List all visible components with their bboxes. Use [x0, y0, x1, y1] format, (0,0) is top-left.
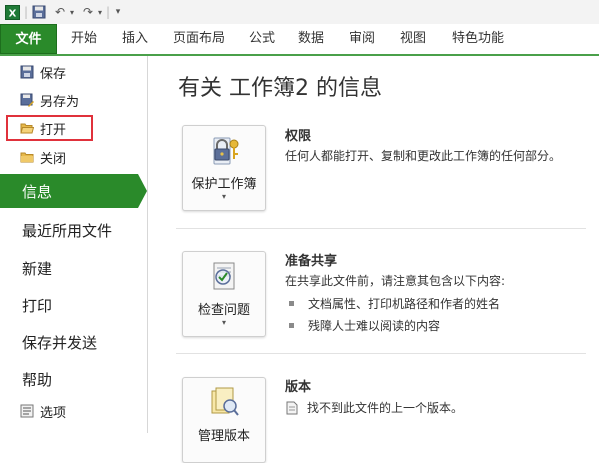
protect-workbook-button[interactable]: 保护工作簿 ▾: [182, 125, 266, 211]
manage-versions-button[interactable]: 管理版本: [182, 377, 266, 463]
nav-help[interactable]: 帮助: [22, 369, 52, 390]
tab-review[interactable]: 审阅: [349, 24, 375, 54]
section-divider: [176, 228, 586, 229]
tab-data[interactable]: 数据: [298, 24, 324, 54]
close-folder-icon: [20, 150, 34, 164]
tab-home[interactable]: 开始: [71, 24, 97, 54]
nav-save-as[interactable]: 另存为: [20, 90, 79, 110]
manage-versions-label: 管理版本: [197, 429, 250, 444]
redo-icon[interactable]: ↷: [80, 4, 96, 20]
toolbar-divider: |: [105, 5, 111, 19]
nav-close-label: 关闭: [40, 151, 67, 167]
customize-icon[interactable]: ▾: [113, 4, 123, 20]
ribbon-tabs: 文件 开始 插入 页面布局 公式 数据 审阅 视图 特色功能: [0, 24, 599, 55]
nav-info[interactable]: [0, 174, 138, 208]
undo-dropdown-icon[interactable]: ▾: [68, 4, 76, 20]
versions-row: 找不到此文件的上一个版本。: [285, 399, 463, 416]
list-item-text: 残障人士难以阅读的内容: [308, 319, 441, 333]
nav-info-label: 信息: [22, 183, 53, 201]
redo-dropdown-icon[interactable]: ▾: [96, 4, 104, 20]
tab-view[interactable]: 视图: [400, 24, 426, 54]
list-item: 文档属性、打印机路径和作者的姓名: [289, 295, 500, 312]
backstage-nav: 保存 另存为 打开 关闭 信息 最近所用文件 新建 打印 保存并发送 帮助 选项: [0, 56, 148, 433]
chevron-down-icon: ▾: [221, 318, 226, 327]
versions-icon: [208, 386, 242, 422]
nav-print[interactable]: 打印: [22, 295, 52, 316]
nav-active-arrow: [138, 174, 147, 208]
save-icon: [20, 65, 34, 79]
save-as-icon: [20, 93, 34, 107]
versions-text: 找不到此文件的上一个版本。: [307, 401, 464, 415]
nav-save[interactable]: 保存: [20, 62, 66, 82]
tab-insert[interactable]: 插入: [122, 24, 148, 54]
nav-options[interactable]: 选项: [20, 401, 66, 421]
list-item: 残障人士难以阅读的内容: [289, 317, 440, 334]
document-icon: [285, 401, 299, 415]
nav-options-label: 选项: [40, 405, 67, 421]
tab-special-features[interactable]: 特色功能: [452, 24, 504, 54]
inspect-doc-icon: [208, 260, 242, 296]
nav-save-label: 保存: [40, 66, 67, 82]
prepare-sharing-text: 在共享此文件前，请注意其包含以下内容:: [285, 274, 506, 288]
check-issues-label: 检查问题: [197, 303, 250, 318]
nav-recent[interactable]: 最近所用文件: [22, 220, 112, 241]
permissions-title: 权限: [285, 129, 312, 144]
bullet-icon: [289, 301, 294, 306]
nav-close[interactable]: 关闭: [20, 147, 66, 167]
tab-file[interactable]: 文件: [0, 24, 57, 54]
permissions-text: 任何人都能打开、复制和更改此工作簿的任何部分。: [285, 149, 562, 163]
tab-page-layout[interactable]: 页面布局: [173, 24, 225, 54]
chevron-down-icon: ▾: [221, 192, 226, 201]
tab-formulas[interactable]: 公式: [249, 24, 275, 54]
check-issues-button[interactable]: 检查问题 ▾: [182, 251, 266, 337]
save-icon[interactable]: [31, 4, 47, 20]
list-item-text: 文档属性、打印机路径和作者的姓名: [308, 297, 501, 311]
section-divider: [176, 353, 586, 354]
prepare-sharing-title: 准备共享: [285, 254, 338, 269]
toolbar-divider: |: [23, 5, 29, 19]
versions-title: 版本: [285, 380, 312, 395]
excel-icon: X: [4, 4, 20, 20]
quick-access-toolbar: X | ↶ ▾ ↷ ▾ | ▾: [0, 0, 599, 24]
nav-save-send[interactable]: 保存并发送: [22, 332, 97, 353]
info-panel: 有关 工作簿2 的信息 保护工作簿 ▾ 权限 任何人都能打开、复制和更改此工作簿…: [148, 56, 599, 463]
undo-icon[interactable]: ↶: [52, 4, 68, 20]
options-icon: [20, 404, 34, 418]
svg-text:X: X: [8, 8, 16, 19]
protect-workbook-label: 保护工作簿: [191, 177, 257, 192]
page-title: 有关 工作簿2 的信息: [178, 76, 382, 101]
lock-key-icon: [208, 134, 242, 170]
nav-new[interactable]: 新建: [22, 258, 52, 279]
open-highlight-box: [6, 115, 93, 141]
bullet-icon: [289, 323, 294, 328]
nav-save-as-label: 另存为: [40, 94, 80, 110]
